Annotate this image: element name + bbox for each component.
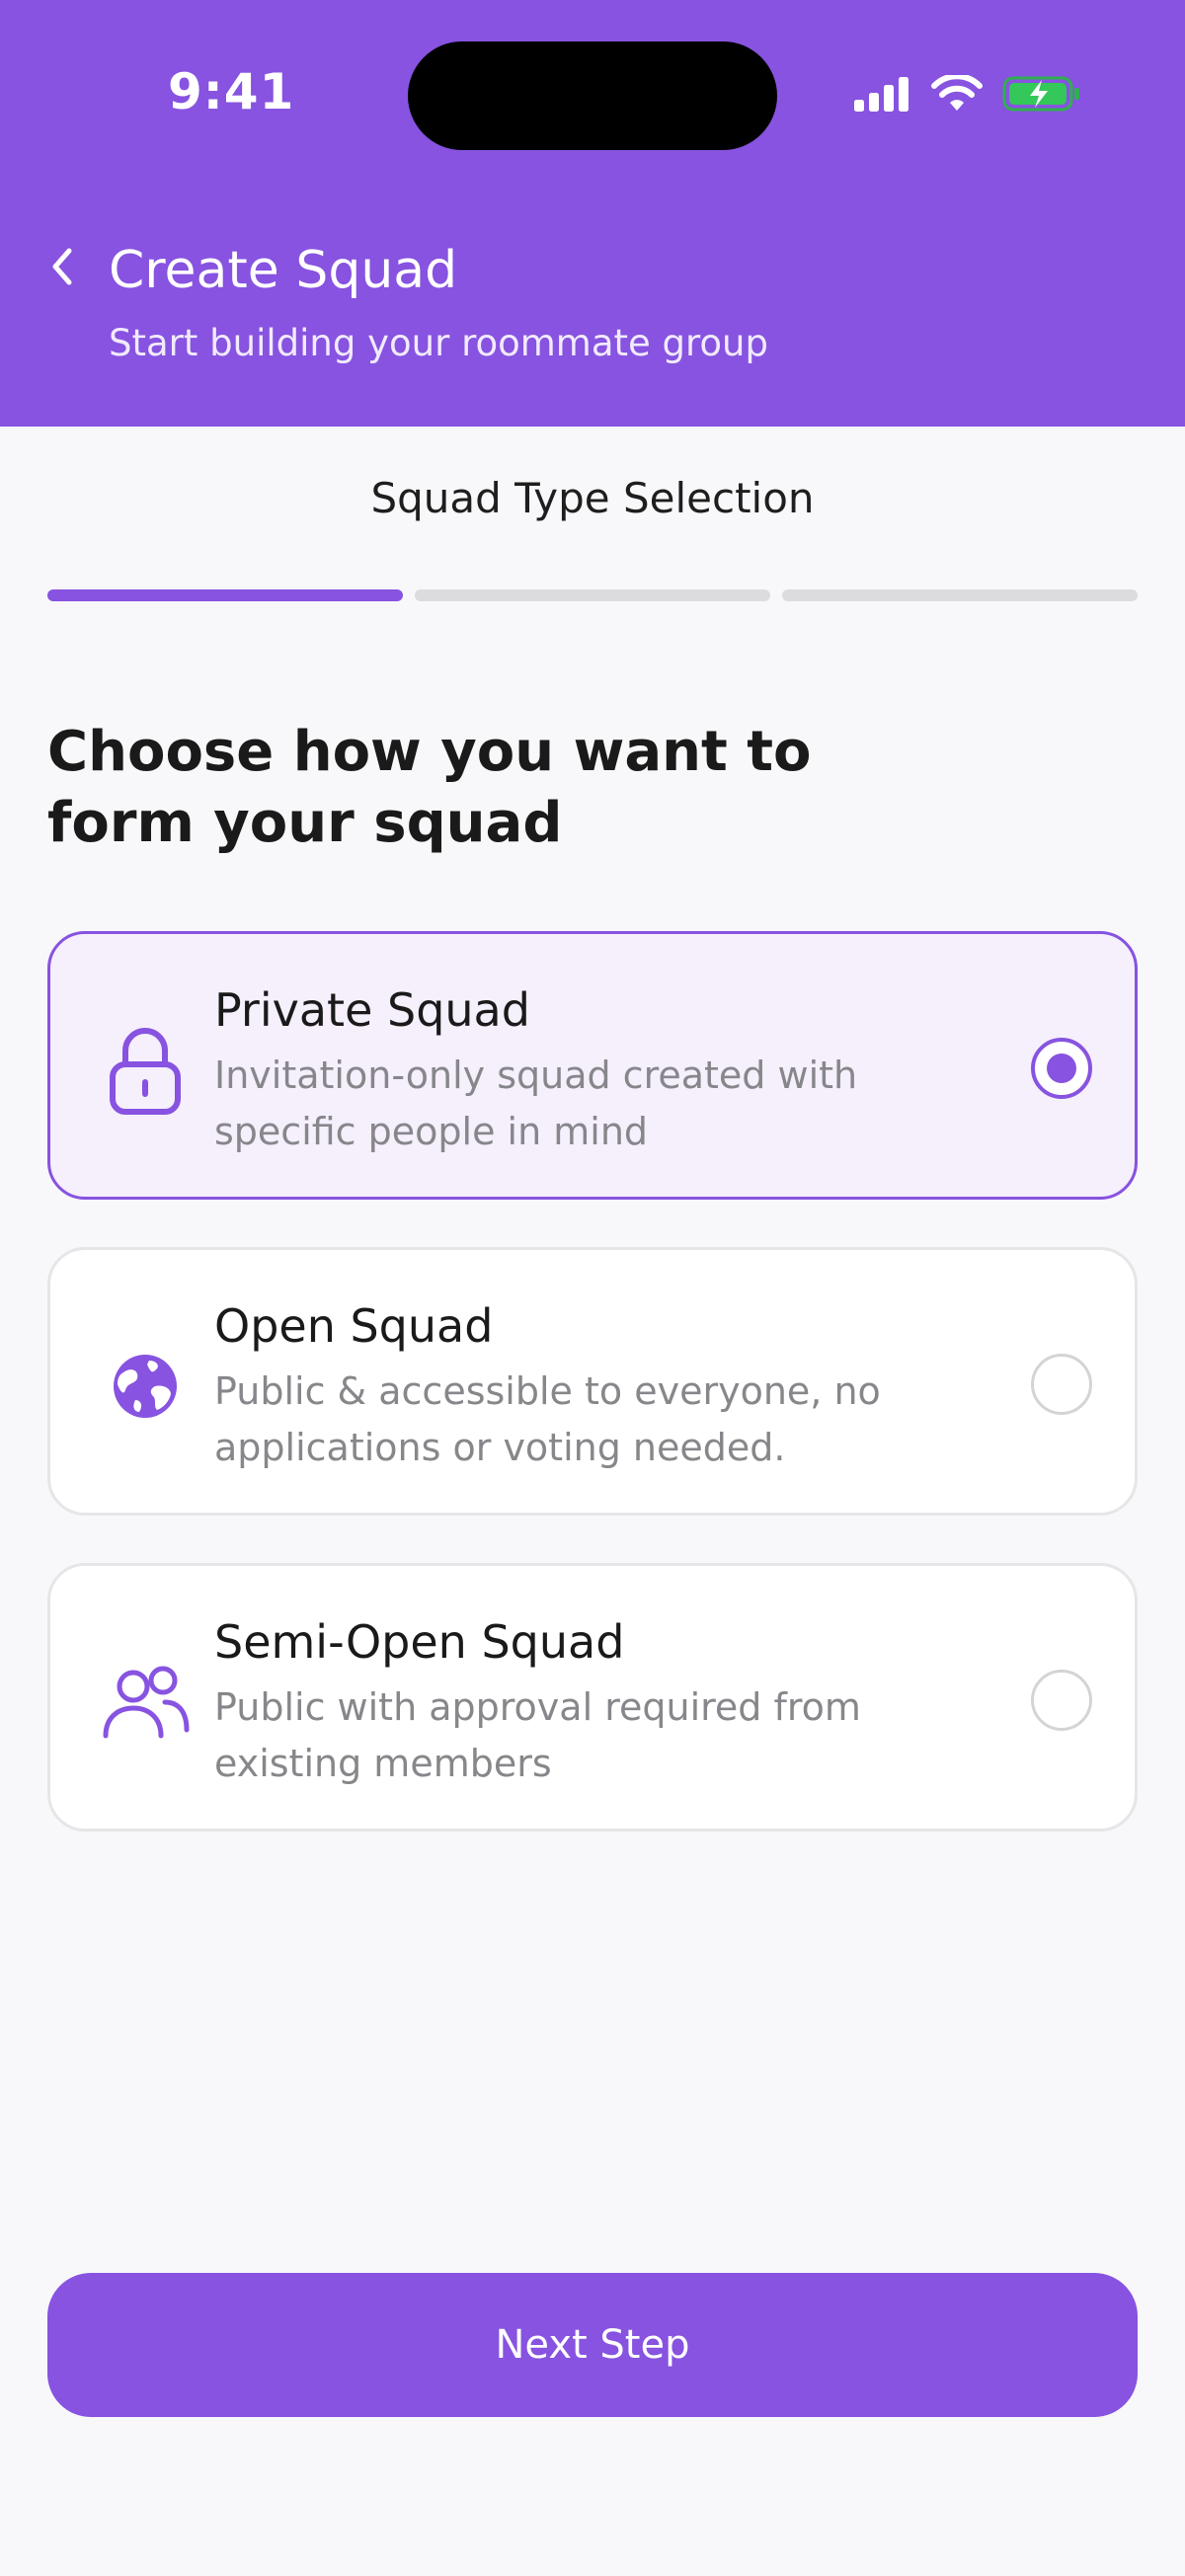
option-open-squad[interactable]: Open Squad Public & accessible to everyo… bbox=[47, 1247, 1138, 1516]
page-title: Create Squad bbox=[109, 241, 458, 300]
back-button[interactable] bbox=[41, 242, 81, 291]
battery-charging-icon bbox=[1002, 76, 1079, 112]
option-description: Public & accessible to everyone, no appl… bbox=[214, 1369, 881, 1469]
progress-segment-3 bbox=[782, 589, 1138, 601]
next-step-button[interactable]: Next Step bbox=[47, 2273, 1138, 2417]
option-private-squad[interactable]: Private Squad Invitation-only squad crea… bbox=[47, 931, 1138, 1200]
radio-unselected[interactable] bbox=[1031, 1354, 1092, 1415]
radio-dot bbox=[1047, 1054, 1076, 1083]
dynamic-island bbox=[408, 41, 777, 150]
users-icon bbox=[98, 1655, 193, 1750]
page-subtitle: Start building your roommate group bbox=[109, 322, 768, 364]
chevron-left-icon bbox=[52, 248, 72, 285]
option-description: Invitation-only squad created with speci… bbox=[214, 1054, 858, 1153]
option-title: Private Squad bbox=[214, 983, 530, 1037]
progress-segment-2 bbox=[415, 589, 770, 601]
section-heading: Choose how you want to form your squad bbox=[47, 720, 812, 855]
option-title: Open Squad bbox=[214, 1299, 494, 1353]
status-icons bbox=[852, 74, 1081, 114]
option-description: Public with approval required from exist… bbox=[214, 1685, 861, 1785]
option-semi-open-squad[interactable]: Semi-Open Squad Public with approval req… bbox=[47, 1563, 1138, 1832]
progress-segment-1 bbox=[47, 589, 403, 601]
step-progress bbox=[47, 589, 1138, 601]
lock-icon bbox=[98, 1023, 193, 1118]
signal-icon bbox=[854, 77, 908, 112]
status-time: 9:41 bbox=[168, 63, 295, 120]
header: 9:41 Create Squad Start building your ro… bbox=[0, 0, 1185, 427]
step-label: Squad Type Selection bbox=[370, 474, 815, 522]
option-title: Semi-Open Squad bbox=[214, 1615, 625, 1669]
radio-unselected[interactable] bbox=[1031, 1670, 1092, 1731]
wifi-icon bbox=[931, 75, 983, 111]
radio-selected[interactable] bbox=[1031, 1038, 1092, 1099]
globe-icon bbox=[98, 1339, 193, 1434]
